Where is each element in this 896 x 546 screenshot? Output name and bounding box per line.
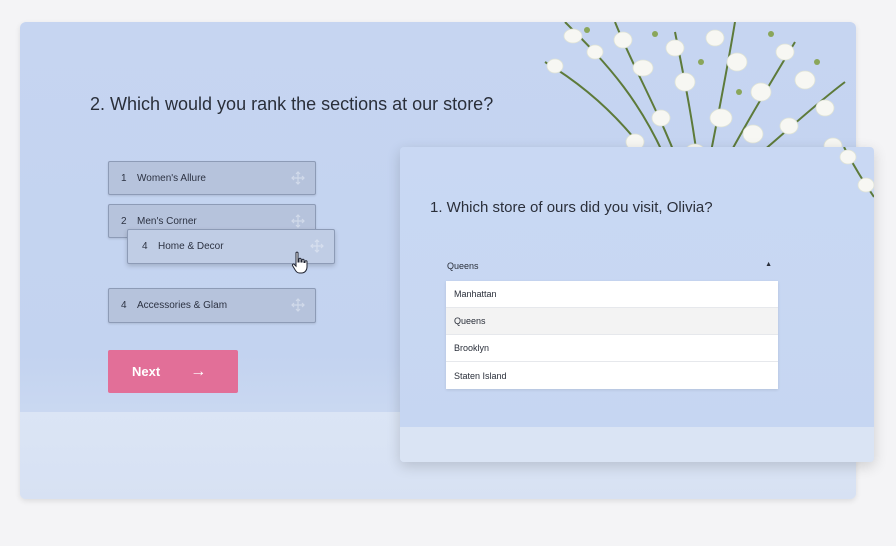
store-survey-card: 1. Which store of ours did you visit, Ol…: [400, 147, 874, 462]
move-icon[interactable]: [310, 239, 324, 253]
question-title: 1. Which store of ours did you visit, Ol…: [430, 199, 713, 216]
caret-up-icon[interactable]: ▲: [765, 261, 772, 268]
flower-decoration-image: [839, 147, 874, 198]
hand-pointer-icon: [291, 251, 308, 274]
store-select[interactable]: Queens ▲: [446, 257, 778, 275]
rank-number: 2: [121, 215, 127, 227]
dropdown-options: Manhattan Queens Brooklyn Staten Island: [446, 281, 778, 389]
dropdown-option[interactable]: Manhattan: [446, 281, 778, 308]
select-value: Queens: [447, 261, 479, 271]
rank-number: 4: [142, 241, 148, 252]
rank-label: Women's Allure: [137, 172, 206, 184]
rank-label: Accessories & Glam: [137, 300, 228, 311]
next-button-label: Next: [132, 364, 161, 379]
card-footer-band: [400, 427, 874, 462]
move-icon[interactable]: [291, 298, 305, 312]
arrow-right-icon: →: [190, 362, 207, 380]
rank-item[interactable]: 1 Women's Allure: [108, 161, 316, 195]
question-title: 2. Which would you rank the sections at …: [90, 94, 494, 114]
rank-number: 1: [121, 172, 127, 184]
move-icon[interactable]: [291, 214, 305, 228]
dropdown-option[interactable]: Staten Island: [446, 362, 778, 389]
rank-label: Men's Corner: [137, 215, 197, 227]
rank-label: Home & Decor: [158, 241, 224, 252]
next-button[interactable]: Next →: [108, 350, 238, 393]
rank-number: 4: [121, 300, 127, 311]
dropdown-option[interactable]: Brooklyn: [446, 335, 778, 362]
move-icon[interactable]: [291, 171, 305, 185]
dropdown-option-selected[interactable]: Queens: [446, 308, 778, 335]
rank-item[interactable]: 4 Accessories & Glam: [108, 288, 316, 323]
